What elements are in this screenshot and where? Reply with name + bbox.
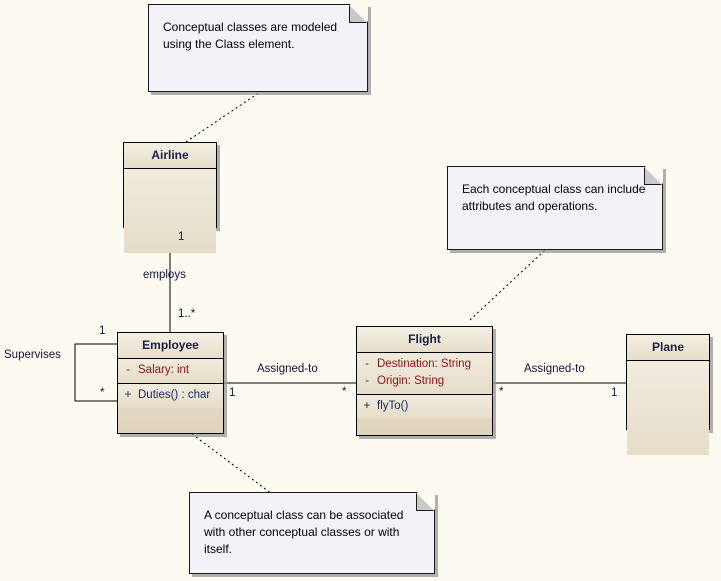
class-plane-body [627, 361, 709, 455]
multiplicity-flight-plane-source: * [499, 386, 504, 398]
class-flight-attributes: - Destination: String - Origin: String [357, 353, 492, 395]
association-name-employee-flight: Assigned-to [257, 363, 318, 375]
class-employee[interactable]: Employee - Salary: int + Duties() : char [117, 332, 224, 434]
note-attributes-operations[interactable]: Each conceptual class can include attrib… [447, 166, 663, 250]
attribute-signature: Origin: String [377, 375, 445, 387]
note-anchor-class-element [185, 89, 264, 143]
multiplicity-supervises-source: 1 [99, 325, 106, 337]
association-name-flight-plane: Assigned-to [524, 363, 585, 375]
visibility-marker: - [365, 375, 369, 387]
attribute-row: - Salary: int [118, 362, 223, 379]
note-anchor-attributes-operations [469, 249, 546, 321]
association-name-supervises: Supervises [4, 349, 61, 361]
note-class-element[interactable]: Conceptual classes are modeled using the… [148, 4, 368, 92]
multiplicity-flight-plane-target: 1 [611, 387, 618, 399]
visibility-marker: + [124, 389, 132, 401]
class-flight-title: Flight [357, 327, 492, 353]
note-associations[interactable]: A conceptual class can be associated wit… [189, 492, 435, 574]
multiplicity-supervises-target: * [100, 387, 105, 399]
attribute-signature: Destination: String [377, 358, 471, 370]
visibility-marker: + [363, 400, 371, 412]
operation-row: + Duties() : char [118, 387, 223, 404]
attribute-row: - Origin: String [357, 373, 492, 390]
association-name-employs: employs [143, 269, 186, 281]
note-class-element-text: Conceptual classes are modeled using the… [163, 20, 338, 51]
visibility-marker: - [365, 358, 369, 370]
class-employee-title: Employee [118, 333, 223, 359]
note-anchor-associations [191, 433, 273, 495]
class-employee-attributes: - Salary: int [118, 359, 223, 384]
association-line-supervises [74, 343, 117, 402]
class-airline-body [124, 169, 216, 253]
note-associations-text: A conceptual class can be associated wit… [204, 508, 404, 556]
class-flight-operations: + flyTo() [357, 395, 492, 419]
multiplicity-employee-flight-source: 1 [229, 387, 236, 399]
multiplicity-employs-source: 1 [178, 231, 185, 243]
multiplicity-employs-target: 1..* [178, 308, 196, 320]
visibility-marker: - [126, 364, 130, 376]
class-plane[interactable]: Plane [626, 334, 710, 455]
class-airline[interactable]: Airline [123, 142, 217, 253]
attribute-row: - Destination: String [357, 356, 492, 373]
class-plane-title: Plane [627, 335, 709, 361]
class-flight[interactable]: Flight - Destination: String - Origin: S… [356, 326, 493, 436]
diagram-canvas: Conceptual classes are modeled using the… [0, 0, 721, 581]
operation-row: + flyTo() [357, 398, 492, 415]
note-attributes-operations-text: Each conceptual class can include attrib… [462, 182, 646, 213]
attribute-signature: Salary: int [138, 364, 190, 376]
operation-signature: flyTo() [377, 400, 409, 412]
class-employee-operations: + Duties() : char [118, 384, 223, 408]
multiplicity-employee-flight-target: * [342, 386, 347, 398]
operation-signature: Duties() : char [138, 389, 211, 401]
class-airline-title: Airline [124, 143, 216, 169]
